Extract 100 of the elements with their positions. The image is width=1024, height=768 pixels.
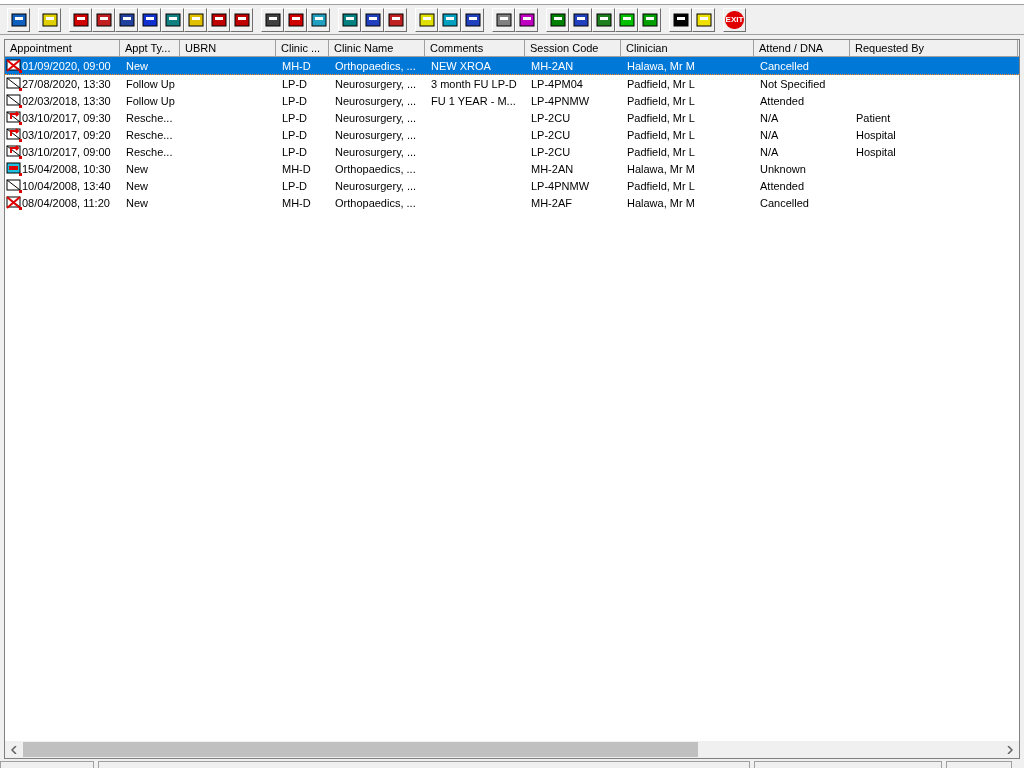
table-row[interactable]: 03/10/2017, 09:30 Resche... LP-D Neurosurgery, ... LP-2CU Padfield, Mr L N/A Patient: [5, 109, 1019, 126]
toolbar-button[interactable]: [307, 7, 330, 32]
table-cell: Patient: [856, 111, 891, 124]
table-cell: Hospital: [856, 145, 896, 158]
table-cell: LP-2CU: [531, 128, 571, 141]
column-header[interactable]: Requested By: [850, 40, 1018, 57]
table-row[interactable]: 03/10/2017, 09:00 Resche... LP-D Neurosurgery, ... LP-2CU Padfield, Mr L N/A Hospital: [5, 143, 1019, 160]
table-cell: 08/04/2008, 11:20: [22, 196, 110, 209]
table-cell: N/A: [760, 128, 779, 141]
table-row[interactable]: 01/09/2020, 09:00 New MH-D Orthopaedics, ... NEW XROA MH-2AN Halawa, Mr M Cancelled: [5, 57, 1019, 75]
table-cell: 03/10/2017, 09:20: [22, 128, 111, 141]
table-cell: LP-D: [282, 77, 308, 90]
table-cell: Follow Up: [126, 77, 175, 90]
table-cell: LP-D: [282, 111, 308, 124]
toolbar-button[interactable]: [7, 7, 30, 32]
column-header[interactable]: UBRN: [180, 40, 276, 57]
toolbar-button[interactable]: [515, 7, 538, 32]
table-cell: Padfield, Mr L: [627, 77, 695, 90]
toolbar-button[interactable]: [161, 7, 184, 32]
toolbar-button[interactable]: [438, 7, 461, 32]
table-row[interactable]: 02/03/2018, 13:30 Follow Up LP-D Neurosurgery, ... FU 1 YEAR - M... LP-4PNMW Padfield, Mr L Attended: [5, 92, 1019, 109]
toolbar-button[interactable]: [92, 7, 115, 32]
column-header[interactable]: Session Code: [525, 40, 621, 57]
table-cell: MH-2AN: [531, 59, 574, 72]
exit-button[interactable]: EXIT: [723, 7, 746, 32]
scroll-right-icon[interactable]: [1007, 745, 1013, 754]
table-cell: MH-2AF: [531, 196, 572, 209]
toolbar-button[interactable]: [261, 7, 284, 32]
scroll-left-icon[interactable]: [11, 745, 17, 754]
toolbar-button[interactable]: [230, 7, 253, 32]
toolbar-button[interactable]: [569, 7, 592, 32]
column-header[interactable]: Clinic ...: [276, 40, 329, 57]
toolbar-button[interactable]: [338, 7, 361, 32]
toolbar-button[interactable]: [384, 7, 407, 32]
table-cell: LP-D: [282, 145, 308, 158]
toolbar-button[interactable]: [546, 7, 569, 32]
table-row[interactable]: 10/04/2008, 13:40 New LP-D Neurosurgery, ... LP-4PNMW Padfield, Mr L Attended: [5, 177, 1019, 194]
scrollbar-thumb[interactable]: [23, 742, 698, 757]
table-cell: MH-D: [282, 59, 311, 72]
table-cell: NEW XROA: [431, 59, 491, 72]
table-cell: Orthopaedics, ...: [335, 59, 416, 72]
table-cell: New: [126, 59, 148, 72]
table-cell: 01/09/2020, 09:00: [22, 59, 111, 72]
table-cell: Padfield, Mr L: [627, 145, 695, 158]
toolbar-button[interactable]: [492, 7, 515, 32]
table-cell: MH-2AN: [531, 162, 574, 175]
table-cell: Hospital: [856, 128, 896, 141]
table-cell: LP-4PM04: [531, 77, 583, 90]
table-cell: Not Specified: [760, 77, 826, 90]
table-cell: 03/10/2017, 09:00: [22, 145, 111, 158]
table-row[interactable]: 08/04/2008, 11:20 New MH-D Orthopaedics, ... MH-2AF Halawa, Mr M Cancelled: [5, 194, 1019, 211]
table-cell: MH-D: [282, 162, 311, 175]
horizontal-scrollbar[interactable]: [5, 741, 1019, 758]
table-row[interactable]: 15/04/2008, 10:30 New MH-D Orthopaedics, ... MH-2AN Halawa, Mr M Unknown: [5, 160, 1019, 177]
column-header[interactable]: Appointment: [5, 40, 120, 57]
table-cell: LP-D: [282, 94, 308, 107]
toolbar-button[interactable]: [184, 7, 207, 32]
table-row[interactable]: 03/10/2017, 09:20 Resche... LP-D Neurosurgery, ... LP-2CU Padfield, Mr L N/A Hospital: [5, 126, 1019, 143]
column-header[interactable]: Appt Ty...: [120, 40, 180, 57]
toolbar-button[interactable]: [461, 7, 484, 32]
table-cell: 02/03/2018, 13:30: [22, 94, 111, 107]
table-cell: Orthopaedics, ...: [335, 196, 416, 209]
column-header[interactable]: Clinic Name: [329, 40, 425, 57]
table-cell: Neurosurgery, ...: [335, 77, 417, 90]
table-cell: New: [126, 179, 148, 192]
table-cell: N/A: [760, 111, 779, 124]
table-cell: 15/04/2008, 10:30: [22, 162, 111, 175]
toolbar-button[interactable]: [638, 7, 661, 32]
table-cell: Padfield, Mr L: [627, 111, 695, 124]
toolbar-button[interactable]: [115, 7, 138, 32]
table-cell: Neurosurgery, ...: [335, 128, 417, 141]
table-cell: Resche...: [126, 145, 173, 158]
toolbar-button[interactable]: [284, 7, 307, 32]
table-cell: LP-4PNMW: [531, 94, 590, 107]
table-row[interactable]: 27/08/2020, 13:30 Follow Up LP-D Neurosurgery, ... 3 month FU LP-D LP-4PM04 Padfield, Mr L Not Specified: [5, 75, 1019, 92]
table-cell: LP-2CU: [531, 111, 571, 124]
table-cell: N/A: [760, 145, 779, 158]
table-cell: Halawa, Mr M: [627, 59, 695, 72]
table-cell: LP-D: [282, 179, 308, 192]
table-cell: Cancelled: [760, 59, 809, 72]
table-cell: Neurosurgery, ...: [335, 111, 417, 124]
column-header[interactable]: Comments: [425, 40, 525, 57]
column-header[interactable]: Attend / DNA: [754, 40, 850, 57]
table-cell: Attended: [760, 179, 805, 192]
toolbar-button[interactable]: [69, 7, 92, 32]
table-cell: LP-2CU: [531, 145, 571, 158]
toolbar-button[interactable]: [361, 7, 384, 32]
toolbar-button[interactable]: [592, 7, 615, 32]
table-cell: Unknown: [760, 162, 806, 175]
toolbar-button[interactable]: [669, 7, 692, 32]
toolbar-button[interactable]: [207, 7, 230, 32]
column-header[interactable]: Clinician: [621, 40, 754, 57]
table-cell: LP-4PNMW: [531, 179, 590, 192]
table-cell: New: [126, 162, 148, 175]
table-cell: 03/10/2017, 09:30: [22, 111, 111, 124]
toolbar-button[interactable]: [615, 7, 638, 32]
table-cell: Neurosurgery, ...: [335, 94, 417, 107]
table-cell: Padfield, Mr L: [627, 128, 695, 141]
toolbar-button[interactable]: [138, 7, 161, 32]
table-cell: Orthopaedics, ...: [335, 162, 416, 175]
